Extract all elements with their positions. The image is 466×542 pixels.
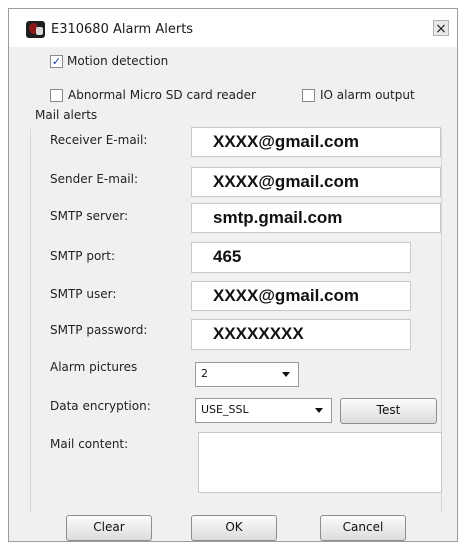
data-encryption-value: USE_SSL xyxy=(201,403,249,416)
data-encryption-select[interactable]: USE_SSL xyxy=(195,398,332,423)
alarm-pictures-value: 2 xyxy=(201,367,208,380)
smtp-server-label: SMTP server: xyxy=(50,209,129,223)
motion-detection-checkbox[interactable]: ✓ xyxy=(50,55,63,68)
alarm-pictures-label: Alarm pictures xyxy=(50,360,138,374)
smtp-password-field[interactable]: XXXXXXXX xyxy=(191,319,411,350)
camera-app-icon xyxy=(26,21,45,38)
motion-detection-label: Motion detection xyxy=(67,54,169,68)
chevron-down-icon xyxy=(315,408,323,413)
cancel-button[interactable]: Cancel xyxy=(320,515,406,541)
alarm-pictures-select[interactable]: 2 xyxy=(195,362,299,387)
title-bar: E310680 Alarm Alerts × xyxy=(9,9,457,47)
smtp-user-label: SMTP user: xyxy=(50,287,117,301)
mail-content-label: Mail content: xyxy=(50,437,129,451)
mail-alerts-group-label: Mail alerts xyxy=(35,108,98,122)
receiver-email-field[interactable]: XXXX@gmail.com xyxy=(191,127,441,157)
smtp-port-field[interactable]: 465 xyxy=(191,242,411,273)
clear-button[interactable]: Clear xyxy=(66,515,152,541)
close-icon[interactable]: × xyxy=(433,20,449,37)
sender-email-field[interactable]: XXXX@gmail.com xyxy=(191,167,441,197)
smtp-user-field[interactable]: XXXX@gmail.com xyxy=(191,281,411,311)
smtp-password-label: SMTP password: xyxy=(50,323,148,337)
sd-card-reader-label: Abnormal Micro SD card reader xyxy=(68,88,256,102)
alarm-alerts-dialog: E310680 Alarm Alerts × ✓ Motion detectio… xyxy=(8,8,458,542)
smtp-server-field[interactable]: smtp.gmail.com xyxy=(191,203,441,233)
receiver-email-label: Receiver E-mail: xyxy=(50,133,148,147)
sd-card-reader-checkbox[interactable] xyxy=(50,89,63,102)
sender-email-label: Sender E-mail: xyxy=(50,172,139,186)
test-button[interactable]: Test xyxy=(340,398,437,424)
checkmark-icon: ✓ xyxy=(51,55,62,68)
ok-button[interactable]: OK xyxy=(191,515,277,541)
io-alarm-output-label: IO alarm output xyxy=(320,88,415,102)
data-encryption-label: Data encryption: xyxy=(50,399,151,413)
mail-content-field[interactable] xyxy=(198,432,442,493)
io-alarm-output-checkbox[interactable] xyxy=(302,89,315,102)
chevron-down-icon xyxy=(282,372,290,377)
window-title: E310680 Alarm Alerts xyxy=(51,22,194,37)
smtp-port-label: SMTP port: xyxy=(50,249,115,263)
